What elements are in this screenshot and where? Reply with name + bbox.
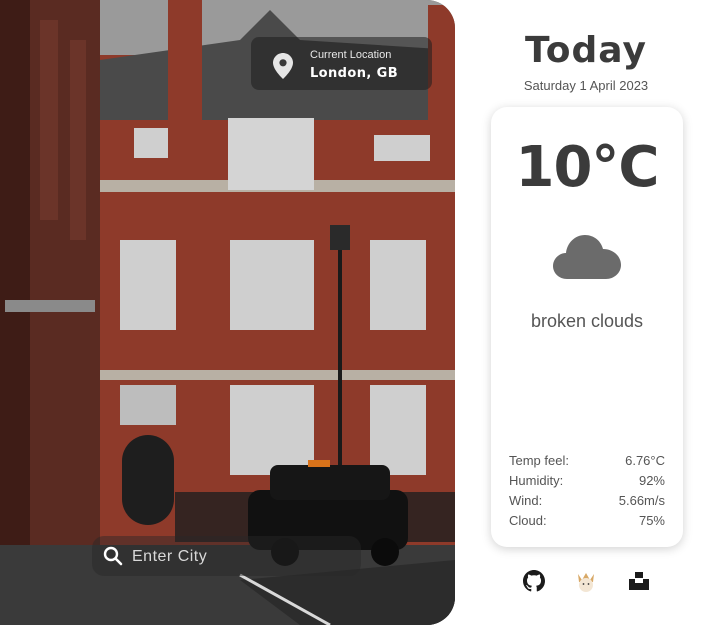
temperature-value: 10°C [515, 135, 659, 200]
footer-links [455, 570, 717, 596]
stat-label: Temp feel: [509, 453, 569, 468]
stat-value: 6.76°C [625, 453, 665, 468]
location-pin-icon [273, 53, 293, 83]
unsplash-icon[interactable] [629, 570, 649, 594]
search-icon[interactable] [103, 546, 123, 570]
avatar-icon[interactable] [575, 570, 597, 598]
cloud-icon [553, 231, 621, 285]
london-street-illustration [0, 0, 455, 625]
city-search-box[interactable] [92, 536, 361, 576]
location-caption: Current Location [310, 49, 392, 61]
stat-label: Humidity: [509, 473, 564, 488]
current-location-chip: Current Location London, GB [251, 37, 432, 90]
stat-temp-feel: Temp feel: 6.76°C [509, 451, 665, 471]
weather-card: 10°C broken clouds Temp feel: 6.76°C Hum… [491, 107, 683, 547]
stat-wind: Wind: 5.66m/s [509, 491, 665, 511]
stat-value: 75% [638, 513, 665, 528]
stat-label: Wind: [509, 493, 543, 508]
weather-condition: broken clouds [530, 311, 644, 331]
weather-panel: Today Saturday 1 April 2023 10°C broken … [455, 0, 717, 625]
city-search-input[interactable] [130, 542, 354, 572]
location-city: London, GB [310, 66, 399, 81]
stat-humidity: Humidity: 92% [509, 471, 665, 491]
weather-app: Current Location London, GB Today Saturd… [0, 0, 717, 625]
stat-label: Cloud: [509, 513, 547, 528]
stat-cloud: Cloud: 75% [509, 511, 665, 531]
stat-value: 92% [638, 473, 665, 488]
github-icon[interactable] [523, 570, 545, 596]
weather-stats: Temp feel: 6.76°C Humidity: 92% Wind: 5.… [509, 451, 665, 531]
stat-value: 5.66m/s [618, 493, 665, 508]
page-title: Today [525, 30, 647, 71]
current-date: Saturday 1 April 2023 [523, 78, 649, 93]
background-photo: Current Location London, GB [0, 0, 455, 625]
